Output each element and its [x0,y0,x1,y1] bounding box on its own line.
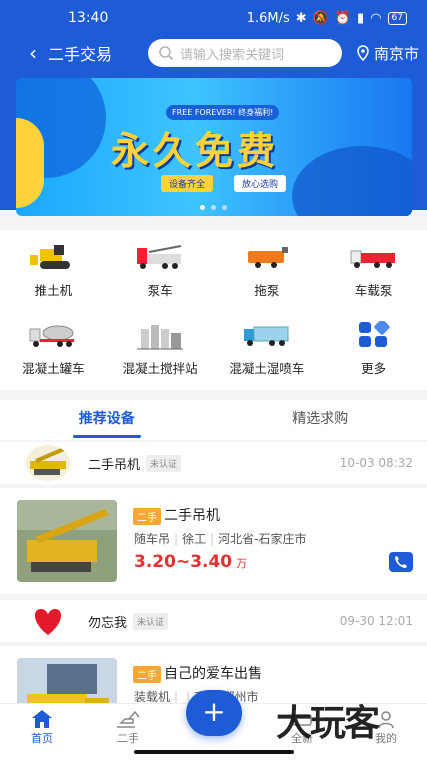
carousel-dot[interactable] [222,205,227,210]
feed-tabs: 推荐设备 精选求购 [0,400,427,440]
wet-spray-truck-icon [241,318,293,352]
publish-button[interactable]: + [186,690,242,736]
network-speed: 1.6M/s [246,10,290,26]
promo-banner[interactable]: FREE FOREVER! 终身福利! 永久免费 设备齐全 放心选购 [16,78,412,216]
unverified-badge: 未认证 [133,612,169,630]
post-username: 勿忘我 [88,615,128,631]
nav-home[interactable]: 首页 [12,708,72,746]
city-selector[interactable]: 南京市 [356,43,419,64]
price-unit: 万 [236,557,248,570]
search-icon [159,46,174,61]
category-label: 更多 [361,360,387,376]
top-nav: ‹ 二手交易 请输入搜索关键词 南京市 [0,37,427,69]
used-tag: 二手 [133,508,161,525]
category-grid: 推土机 泵车 拖泵 车载泵 混凝土罐车 混凝土搅拌站 混凝土湿喷车 更多 [0,230,427,390]
tab-recommended[interactable]: 推荐设备 [0,400,214,440]
nav-label: 首页 [31,732,53,745]
mixing-plant-icon [134,318,186,352]
category-bulldozer[interactable]: 推土机 [0,230,107,308]
banner-decor [16,118,44,208]
listing-title: 二手吊机 [164,508,220,524]
listing-card[interactable]: 二手 二手吊机 随车吊 | 徐工 | 河北省-石家庄市 3.20~3.40 万 [0,488,427,594]
carousel-dot[interactable] [200,205,205,210]
listing-photo [17,500,117,582]
avatar [26,603,70,639]
category-truck-mounted-pump[interactable]: 车载泵 [320,230,427,308]
banner-headline: 永久免费 [111,129,280,173]
price-range: 3.20~3.40 [134,552,233,572]
category-label: 推土机 [34,282,73,298]
category-wet-spray-truck[interactable]: 混凝土湿喷车 [214,308,321,386]
home-icon [32,710,52,728]
page-title: 二手交易 [48,45,113,64]
search-input[interactable]: 请输入搜索关键词 [148,39,342,67]
status-bar: 13:40 1.6M/s ✱ 🔕 ⏰ ▮ ◠ 67 [0,0,427,36]
nav-label: 二手 [117,732,139,745]
bulldozer-icon [27,240,79,274]
signal-icon: ▮ [357,10,365,26]
mute-icon: 🔕 [312,10,329,26]
alarm-icon: ⏰ [334,10,352,26]
phone-icon [395,556,407,568]
listing-type: 装载机 [134,690,171,703]
banner-pill-left: 设备齐全 [161,175,214,192]
user-icon [378,711,394,729]
category-mixer-truck[interactable]: 混凝土罐车 [0,308,107,386]
mixer-truck-icon [27,318,79,352]
listing-price: 3.20~3.40 万 [134,552,247,572]
wifi-icon: ◠ [370,10,382,26]
pump-truck-icon [134,240,186,274]
excavator-icon [117,710,140,728]
category-label: 车载泵 [354,282,393,298]
post-username: 二手吊机 [88,457,141,473]
category-trailer-pump[interactable]: 拖泵 [214,230,321,308]
banner-top-tag: FREE FOREVER! 终身福利! [166,105,280,120]
carousel-indicator [200,205,227,210]
status-time: 13:40 [68,10,109,26]
truck-mounted-pump-icon [348,240,400,274]
category-label: 泵车 [147,282,173,298]
search-placeholder: 请输入搜索关键词 [180,47,285,63]
category-pump-truck[interactable]: 泵车 [107,230,214,308]
listing-meta: 随车吊 | 徐工 | 河北省-石家庄市 [134,532,307,546]
back-arrow-icon[interactable]: ‹ [22,41,44,65]
tab-wanted[interactable]: 精选求购 [214,400,427,440]
unverified-badge: 未认证 [146,454,182,472]
category-mixing-plant[interactable]: 混凝土搅拌站 [107,308,214,386]
nav-used[interactable]: 二手 [98,708,158,746]
category-label: 拖泵 [254,282,280,298]
bluetooth-icon: ✱ [295,10,307,26]
listing-location: 河北省-石家庄市 [218,532,307,546]
used-tag: 二手 [133,666,161,683]
home-indicator [134,750,294,754]
category-label: 混凝土搅拌站 [122,360,198,376]
listing-photo [17,658,117,703]
listing-type: 随车吊 [134,532,171,546]
watermark-logo: 大玩客 [276,703,380,744]
post-time: 10-03 08:32 [339,456,413,470]
listing-title: 自己的爱车出售 [164,666,262,682]
category-more[interactable]: 更多 [320,308,427,386]
banner-pill-right: 放心选购 [234,175,287,192]
category-label: 混凝土罐车 [22,360,85,376]
banner-decor [292,146,412,216]
more-grid-icon [348,318,400,352]
location-pin-icon [357,45,369,61]
battery-icon: 67 [387,11,407,25]
call-button[interactable] [389,552,413,572]
trailer-pump-icon [241,240,293,274]
carousel-dot[interactable] [211,205,216,210]
post-header[interactable]: 二手吊机 未认证 10-03 08:32 [0,442,427,484]
listing-brand: 徐工 [182,532,207,546]
category-label: 混凝土湿喷车 [229,360,305,376]
post-header[interactable]: 勿忘我 未认证 09-30 12:01 [0,600,427,642]
avatar [26,445,70,481]
city-label: 南京市 [374,44,420,63]
post-time: 09-30 12:01 [339,614,413,628]
